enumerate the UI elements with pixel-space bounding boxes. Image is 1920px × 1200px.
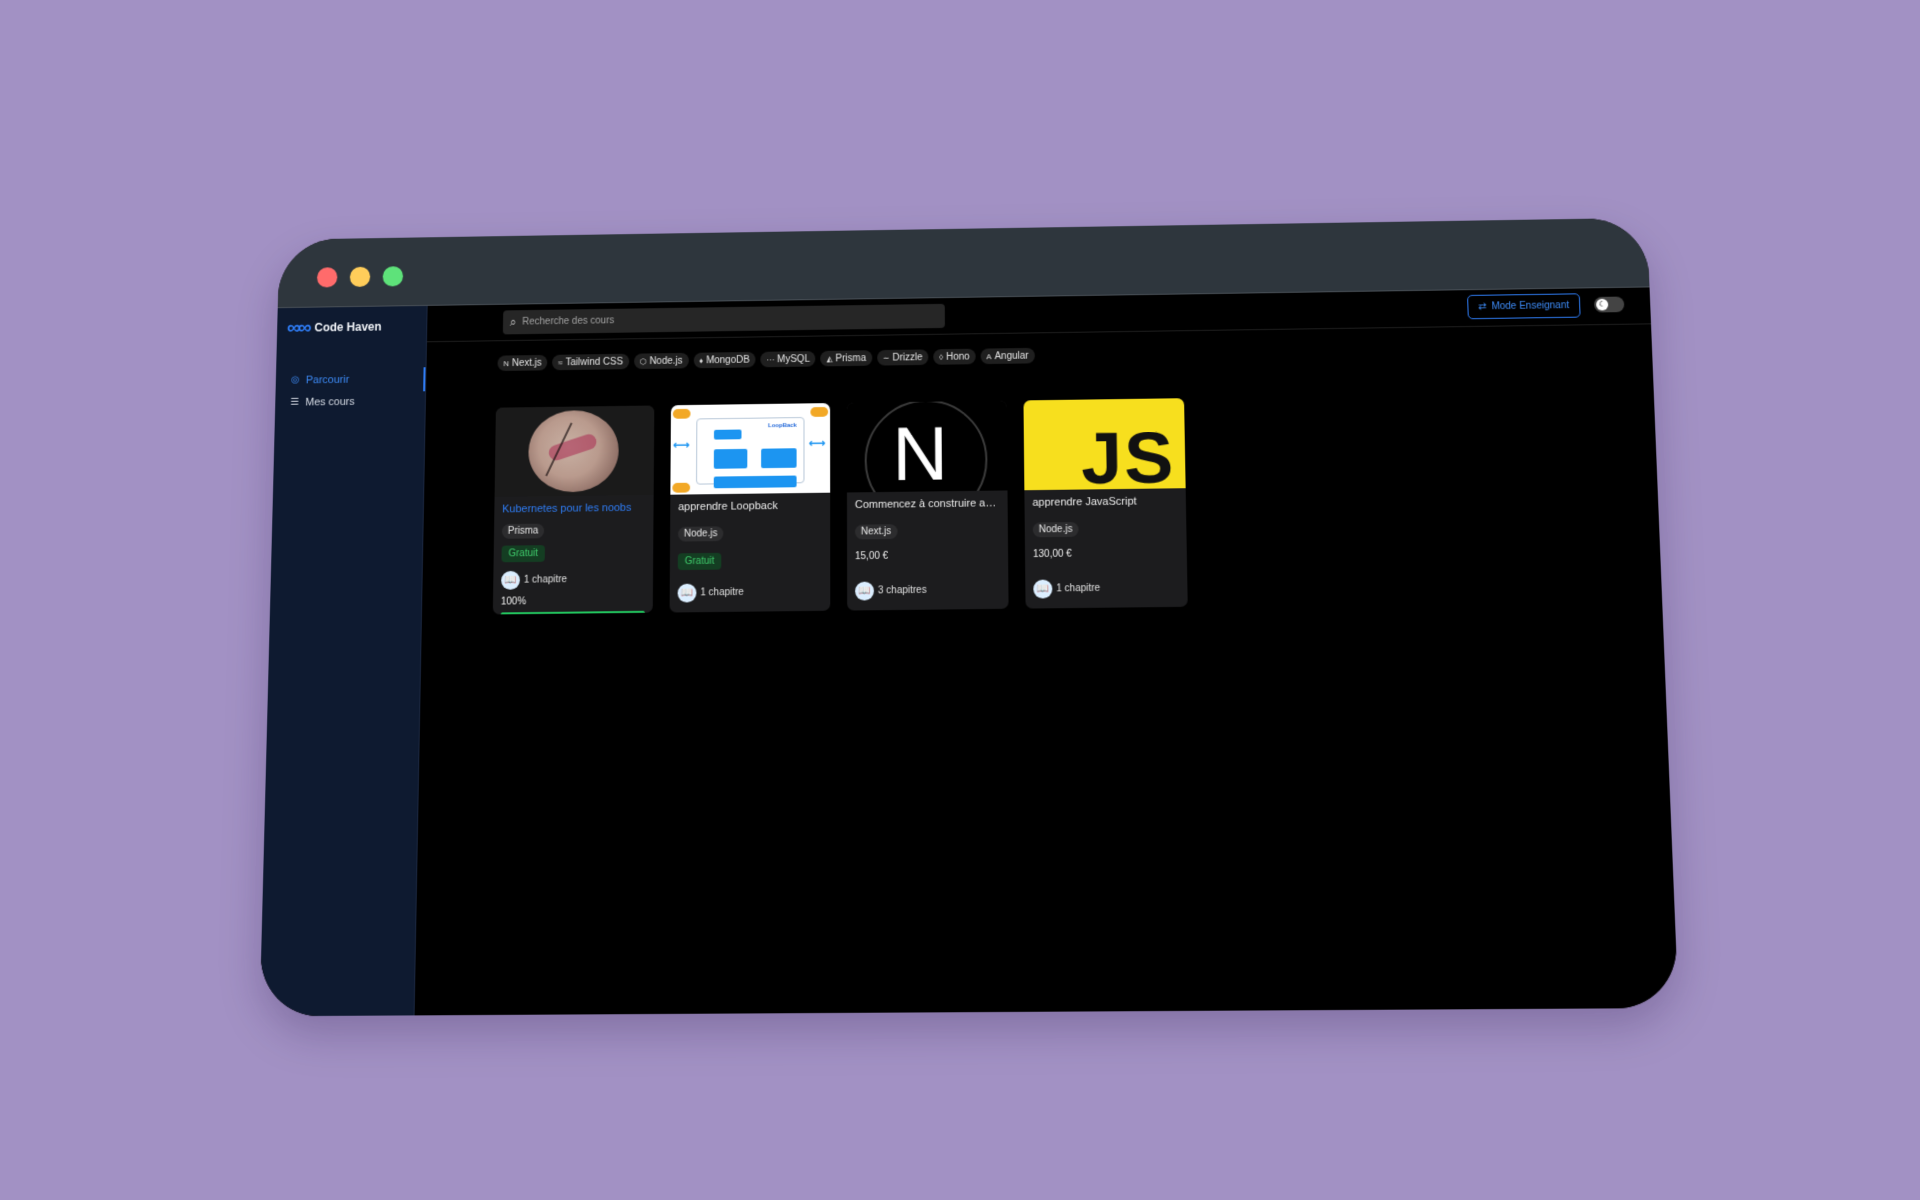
category-label: Angular [995, 350, 1029, 361]
category-chip-mongodb[interactable]: ♦ MongoDB [693, 352, 755, 368]
nextjs-logo: N [892, 409, 948, 492]
course-title[interactable]: Commencez à construire ave... [855, 497, 1000, 514]
teacher-mode-label: Mode Enseignant [1491, 300, 1569, 312]
course-thumbnail [495, 405, 655, 496]
category-chip-tailwind[interactable]: ≈ Tailwind CSS [552, 354, 629, 371]
category-label: MySQL [777, 354, 810, 365]
mongodb-icon: ♦ [699, 356, 703, 365]
prisma-icon: ◭ [827, 354, 833, 363]
sidebar: ∞∞ Code Haven ◎ Parcourir ☰ Mes cours [260, 306, 428, 1016]
category-chip-nextjs[interactable]: N Next.js [497, 355, 547, 371]
app-root: ∞∞ Code Haven ◎ Parcourir ☰ Mes cours ⌕ … [260, 287, 1679, 1016]
nextjs-icon: N [503, 359, 509, 368]
course-grid: Kubernetes pour les noobs Prisma Gratuit… [493, 398, 1188, 614]
sidebar-item-label: Mes cours [305, 396, 355, 408]
book-icon: 📖 [678, 584, 697, 603]
category-chip-angular[interactable]: A Angular [980, 348, 1034, 364]
course-category-badge: Next.js [855, 524, 897, 539]
course-category-badge: Prisma [502, 524, 545, 539]
angular-icon: A [986, 352, 991, 361]
progress-bar [501, 611, 645, 615]
chapter-count-label: 1 chapitre [524, 574, 567, 585]
category-label: Prisma [836, 353, 867, 364]
course-card-nextjs[interactable]: N Commencez à construire ave... Next.js … [847, 401, 1009, 611]
progress-bar-fill [501, 611, 645, 615]
nodejs-icon: ⬡ [640, 357, 647, 366]
free-badge: Gratuit [678, 553, 722, 570]
theme-toggle[interactable]: ☾ [1594, 297, 1625, 313]
main-content: ⌕ ⇄ Mode Enseignant ☾ NNext.js ≈Tailwind… [415, 287, 1679, 1015]
category-label: Node.js [649, 355, 682, 366]
book-icon: 📖 [855, 582, 874, 601]
course-category-badge: Node.js [1033, 522, 1079, 537]
browser-window: ∞∞ Code Haven ◎ Parcourir ☰ Mes cours ⌕ … [260, 218, 1679, 1017]
maximize-window-button[interactable] [383, 266, 404, 286]
hono-icon: ◊ [939, 353, 943, 362]
course-card-loopback[interactable]: ⟷ ⟷ LoopBack apprendre Loopback Node.js … [670, 403, 831, 612]
switch-icon: ⇄ [1478, 301, 1487, 312]
category-chip-mysql[interactable]: ⋯ MySQL [760, 351, 815, 367]
sidebar-item-mes-cours[interactable]: ☰ Mes cours [275, 389, 425, 413]
book-icon: 📖 [501, 571, 520, 590]
category-label: Tailwind CSS [565, 356, 623, 367]
category-chip-nodejs[interactable]: ⬡ Node.js [634, 353, 689, 369]
category-chip-hono[interactable]: ◊ Hono [933, 349, 975, 365]
teacher-mode-button[interactable]: ⇄ Mode Enseignant [1467, 293, 1581, 319]
chapter-count-label: 3 chapitres [878, 585, 927, 596]
sidebar-nav: ◎ Parcourir ☰ Mes cours [275, 367, 426, 413]
search-box[interactable]: ⌕ [503, 304, 945, 335]
chapter-count-label: 1 chapitre [1056, 583, 1100, 594]
course-price: 15,00 € [855, 550, 1000, 563]
chapter-count: 📖 1 chapitre [678, 583, 744, 602]
search-icon: ⌕ [510, 315, 517, 329]
moon-icon: ☾ [1596, 299, 1608, 311]
logo-icon: ∞∞ [287, 317, 309, 339]
course-thumbnail: N [847, 401, 1008, 493]
course-card-kubernetes[interactable]: Kubernetes pour les noobs Prisma Gratuit… [493, 405, 654, 614]
category-label: Next.js [512, 357, 542, 368]
tailwind-icon: ≈ [558, 358, 562, 367]
sidebar-item-label: Parcourir [306, 374, 350, 386]
course-title[interactable]: apprendre JavaScript [1032, 495, 1178, 513]
search-input[interactable] [522, 311, 933, 328]
course-thumbnail: JS [1023, 398, 1185, 490]
chapter-count: 📖 1 chapitre [1033, 579, 1100, 599]
course-thumbnail: ⟷ ⟷ LoopBack [670, 403, 830, 495]
list-icon: ☰ [290, 397, 300, 408]
compass-icon: ◎ [290, 375, 300, 386]
mysql-icon: ⋯ [766, 355, 774, 364]
drizzle-icon: ∼ [883, 353, 890, 362]
course-category-badge: Node.js [678, 526, 723, 541]
course-title[interactable]: Kubernetes pour les noobs [502, 502, 646, 519]
sidebar-item-parcourir[interactable]: ◎ Parcourir [276, 367, 426, 391]
free-badge: Gratuit [501, 545, 545, 562]
category-label: MongoDB [706, 354, 750, 365]
loopback-logo: LoopBack [768, 423, 797, 429]
category-label: Hono [946, 351, 970, 362]
category-chip-prisma[interactable]: ◭ Prisma [821, 350, 872, 366]
category-label: Drizzle [892, 352, 922, 363]
brand-name: Code Haven [314, 320, 381, 334]
progress-label: 100% [501, 595, 645, 607]
course-title[interactable]: apprendre Loopback [678, 500, 822, 517]
book-icon: 📖 [1033, 580, 1052, 599]
javascript-logo: JS [1081, 416, 1176, 490]
category-filter: N Next.js ≈ Tailwind CSS ⬡ Node.js ♦ MongoDB… [497, 348, 1034, 371]
chapter-count-label: 1 chapitre [700, 587, 744, 598]
close-window-button[interactable] [317, 267, 338, 287]
chapter-count: 📖 3 chapitres [855, 581, 927, 601]
brand[interactable]: ∞∞ Code Haven [277, 306, 427, 348]
chapter-count: 📖 1 chapitre [501, 569, 645, 589]
minimize-window-button[interactable] [350, 267, 371, 287]
category-chip-drizzle[interactable]: ∼ Drizzle [877, 349, 928, 365]
course-price: 130,00 € [1033, 547, 1179, 560]
course-card-javascript[interactable]: JS apprendre JavaScript Node.js 130,00 €… [1023, 398, 1187, 608]
